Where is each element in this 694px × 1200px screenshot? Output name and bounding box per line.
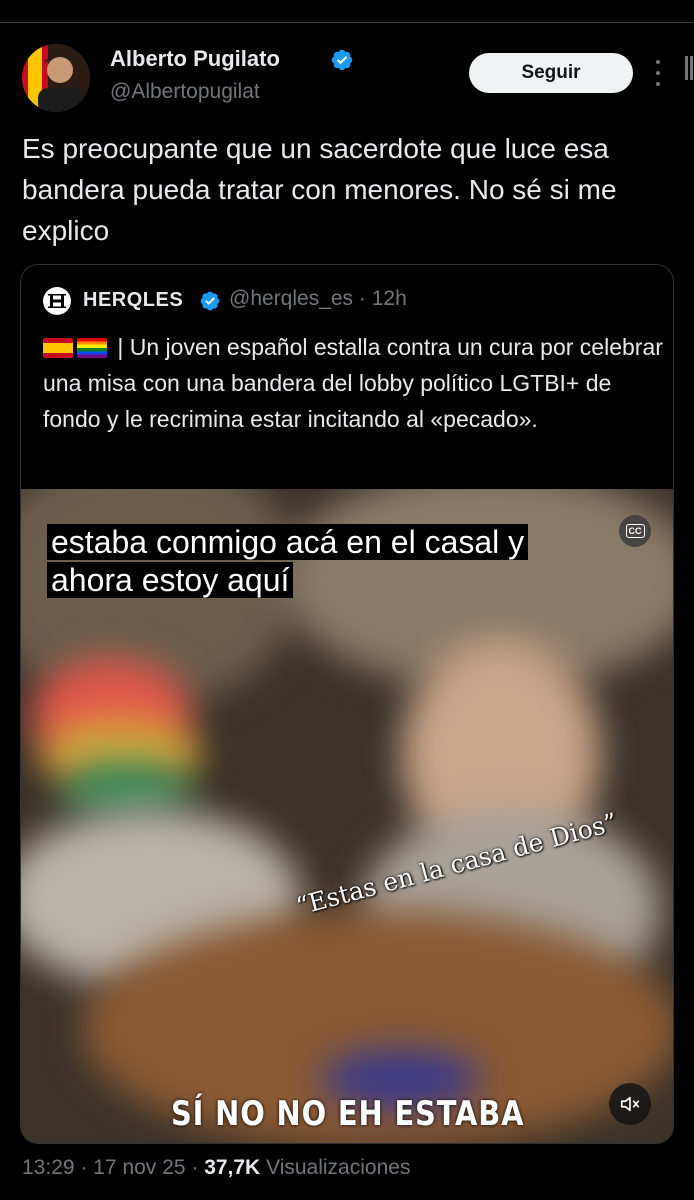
author-name[interactable]: Alberto Pugilato: [110, 46, 280, 72]
pride-flag-icon: [77, 338, 107, 358]
separator: ·: [80, 1156, 88, 1179]
tweet-time[interactable]: 13:29: [22, 1156, 75, 1179]
video-player[interactable]: estaba conmigo acá en el casal y ahora e…: [21, 489, 673, 1143]
quote-handle[interactable]: @herqles_es: [229, 287, 353, 310]
quote-text: | Un joven español estalla contra un cur…: [43, 329, 663, 437]
verified-badge-icon: [331, 49, 353, 71]
views-count: 37,7K: [204, 1156, 261, 1179]
tweet-text: Es preocupante que un sacerdote que luce…: [22, 133, 617, 246]
herqles-logo[interactable]: [43, 287, 71, 315]
verified-badge-icon: [200, 291, 220, 311]
views-label: Visualizaciones: [266, 1156, 411, 1179]
tweet-date[interactable]: 17 nov 25: [93, 1156, 185, 1179]
more-options-icon[interactable]: [652, 60, 664, 86]
quote-age[interactable]: 12h: [372, 287, 407, 310]
quote-body: | Un joven español estalla contra un cur…: [43, 334, 663, 432]
video-caption: estaba conmigo acá en el casal y ahora e…: [47, 523, 529, 599]
author-handle[interactable]: @Albertopugilat: [110, 80, 260, 104]
top-divider: [0, 22, 694, 23]
quote-author-name[interactable]: HERQLES: [83, 289, 183, 312]
quote-handle-line: @herqles_es · 12h: [229, 287, 407, 311]
caption-line-2: ahora estoy aquí: [47, 562, 294, 598]
spain-flag-icon: [43, 338, 73, 358]
separator: ·: [191, 1156, 199, 1179]
quoted-tweet[interactable]: HERQLES @herqles_es · 12h | Un joven esp…: [20, 264, 674, 1144]
scrollbar[interactable]: [684, 56, 694, 80]
avatar[interactable]: [22, 44, 90, 112]
tweet-meta: 13:29 · 17 nov 25 · 37,7K Visualizacione…: [22, 1156, 410, 1180]
mute-icon[interactable]: [609, 1083, 651, 1125]
cc-icon[interactable]: CC: [619, 515, 651, 547]
caption-line-1: estaba conmigo acá en el casal y: [47, 524, 529, 560]
separator: ·: [358, 287, 366, 310]
follow-button[interactable]: Seguir: [469, 53, 633, 93]
video-bottom-text: SÍ NO NO EH ESTABA: [171, 1094, 525, 1134]
cc-label: CC: [625, 524, 645, 538]
